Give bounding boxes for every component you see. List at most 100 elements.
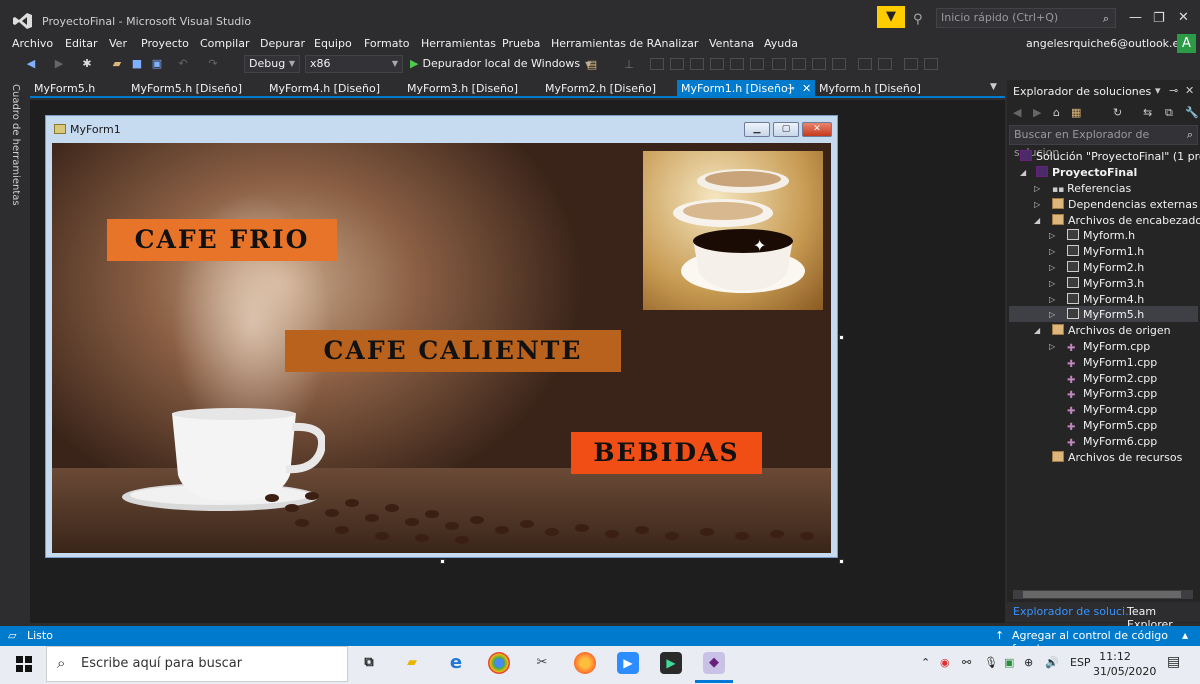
resize-handle-bottom[interactable] [440, 559, 445, 564]
forward-icon[interactable]: ▶ [1033, 106, 1041, 119]
menu-herramientas-r[interactable]: Herramientas de R [551, 37, 654, 50]
scrollbar-thumb[interactable] [1023, 591, 1181, 598]
tree-encabezado[interactable]: ◢ Archivos de encabezado [1034, 214, 1200, 227]
bring-front-icon[interactable] [904, 58, 918, 70]
volume-icon[interactable]: 🔊 [1045, 656, 1059, 669]
menu-depurar[interactable]: Depurar [260, 37, 305, 50]
microphone-icon[interactable]: 🎙 [984, 656, 998, 669]
camtasia-icon[interactable]: ▶ [660, 652, 682, 674]
avatar[interactable]: A [1177, 34, 1196, 53]
tab-myform2-design[interactable]: MyForm2.h [Diseño] [541, 80, 677, 98]
close-window-icon[interactable]: ✕ [1178, 10, 1189, 25]
platform-dropdown[interactable]: x86 ▼ [305, 55, 403, 73]
close-tab-icon[interactable]: ✕ [802, 80, 811, 98]
menu-formato[interactable]: Formato [364, 37, 410, 50]
align-bottom-icon[interactable] [750, 58, 764, 70]
sync-icon[interactable]: ↻ [1113, 106, 1122, 119]
menu-analizar[interactable]: Analizar [654, 37, 698, 50]
align-right-icon[interactable] [690, 58, 704, 70]
cafe-frio-button[interactable]: CAFE FRIO [107, 219, 337, 261]
tree-file-header-selected[interactable]: ▷ MyForm5.h [1049, 308, 1144, 321]
same-width-icon[interactable] [772, 58, 786, 70]
file-explorer-icon[interactable]: ▰ [401, 652, 423, 674]
save-all-icon[interactable]: ▣ [150, 57, 164, 71]
menu-herramientas[interactable]: Herramientas [421, 37, 496, 50]
resize-handle-right[interactable] [839, 335, 844, 340]
configuration-dropdown[interactable]: Debug ▼ [244, 55, 300, 73]
firefox-icon[interactable] [574, 652, 596, 674]
tree-file-header[interactable]: ▷ MyForm1.h [1049, 245, 1144, 258]
same-size-icon[interactable] [812, 58, 826, 70]
spacing-vertical-icon[interactable] [878, 58, 892, 70]
tray-overflow-icon[interactable]: ⌃ [921, 656, 930, 669]
edge-icon[interactable]: e [445, 652, 467, 674]
align-left-icon[interactable] [650, 58, 664, 70]
tree-dependencias[interactable]: ▷ Dependencias externas [1034, 198, 1198, 211]
menu-ventana[interactable]: Ventana [709, 37, 754, 50]
cafe-caliente-button[interactable]: CAFE CALIENTE [285, 330, 621, 372]
record-icon[interactable]: ◉ [940, 656, 950, 669]
align-middle-icon[interactable] [730, 58, 744, 70]
tree-recursos[interactable]: Archivos de recursos [1052, 451, 1182, 464]
tab-myform5-h[interactable]: MyForm5.h [30, 80, 126, 98]
tab-myform1-design[interactable]: MyForm1.h [Diseño] ⊸ ✕ [677, 80, 815, 98]
collapse-all-icon[interactable]: ⧉ [1165, 106, 1173, 120]
tree-project[interactable]: ◢ ProyectoFinal [1020, 166, 1137, 179]
task-view-icon[interactable]: ⧉ [358, 652, 380, 674]
notification-filter-icon[interactable]: ▼ [877, 6, 905, 28]
pin-icon[interactable]: ⊸ [1169, 84, 1178, 97]
quick-launch-input[interactable]: Inicio rápido (Ctrl+Q) ⌕ [936, 8, 1116, 28]
snipping-tool-icon[interactable]: ✂ [531, 652, 553, 674]
tree-referencias[interactable]: ▷ ▪▪ Referencias [1034, 182, 1131, 195]
tree-file-cpp[interactable]: ✚ MyForm5.cpp [1067, 419, 1157, 433]
menu-prueba[interactable]: Prueba [502, 37, 540, 50]
camera-icon[interactable]: ▣ [1004, 656, 1014, 669]
network-share-icon[interactable]: ⚯ [962, 656, 971, 669]
account-email[interactable]: angelesrquiche6@outlook.es [1026, 37, 1185, 50]
tree-file-header[interactable]: ▷ MyForm3.h [1049, 277, 1144, 290]
align-top-icon[interactable] [710, 58, 724, 70]
zoom-icon[interactable]: ▶ [617, 652, 639, 674]
tree-file-cpp[interactable]: ▷ ✚ MyForm.cpp [1049, 340, 1150, 354]
menu-editar[interactable]: Editar [65, 37, 98, 50]
redo-icon[interactable]: ↷ [206, 57, 220, 71]
new-project-icon[interactable]: ✱ [80, 57, 94, 71]
tab-myform4-design[interactable]: MyForm4.h [Diseño] [265, 80, 401, 98]
panel-menu-icon[interactable]: ▾ [1155, 84, 1161, 97]
coffee-cups-picturebox[interactable]: ✦ [643, 151, 823, 310]
switch-views-icon[interactable]: ▦ [1071, 106, 1081, 119]
same-height-icon[interactable] [792, 58, 806, 70]
back-icon[interactable]: ◀ [24, 57, 38, 71]
align-center-icon[interactable] [670, 58, 684, 70]
menu-ayuda[interactable]: Ayuda [764, 37, 798, 50]
layout-icon[interactable]: ⊥ [622, 58, 636, 72]
browser-link-icon[interactable]: ▤ [585, 58, 599, 72]
save-icon[interactable]: ■ [130, 57, 144, 71]
tree-file-cpp[interactable]: ✚ MyForm1.cpp [1067, 356, 1157, 370]
tab-myform5-design[interactable]: MyForm5.h [Diseño] [127, 80, 263, 98]
tree-file-cpp[interactable]: ✚ MyForm3.cpp [1067, 387, 1157, 401]
clock[interactable]: 11:12 31/05/2020 [1093, 649, 1156, 679]
tree-file-cpp[interactable]: ✚ MyForm6.cpp [1067, 435, 1157, 449]
spacing-icon[interactable] [858, 58, 872, 70]
tab-overflow-icon[interactable]: ▼ [990, 82, 997, 92]
chrome-icon[interactable] [488, 652, 510, 674]
toolbox-tab[interactable]: Cuadro de herramientas [10, 84, 21, 206]
menu-proyecto[interactable]: Proyecto [141, 37, 189, 50]
tree-origen[interactable]: ◢ Archivos de origen [1034, 324, 1171, 337]
visual-studio-taskbar-icon[interactable]: ◆ [703, 652, 725, 674]
notifications-icon[interactable]: ▤ [1167, 654, 1180, 670]
feedback-icon[interactable]: ⚲ [913, 12, 923, 27]
grid-icon[interactable] [832, 58, 846, 70]
restore-icon[interactable]: ❐ [1153, 11, 1165, 26]
pin-icon[interactable]: ⊸ [787, 80, 795, 98]
chevron-up-icon[interactable]: ▲ [1182, 631, 1188, 640]
tree-file-header[interactable]: ▷ Myform.h [1049, 229, 1135, 242]
tree-file-header[interactable]: ▷ MyForm4.h [1049, 293, 1144, 306]
tab-solution-explorer[interactable]: Explorador de soluci... [1013, 605, 1136, 618]
start-debugging-button[interactable]: ▶ Depurador local de Windows ▼ [410, 57, 591, 70]
send-back-icon[interactable] [924, 58, 938, 70]
taskbar-search-input[interactable]: ⌕ Escribe aquí para buscar [46, 646, 348, 682]
tree-file-cpp[interactable]: ✚ MyForm4.cpp [1067, 403, 1157, 417]
refresh-icon[interactable]: ⇆ [1143, 106, 1152, 119]
